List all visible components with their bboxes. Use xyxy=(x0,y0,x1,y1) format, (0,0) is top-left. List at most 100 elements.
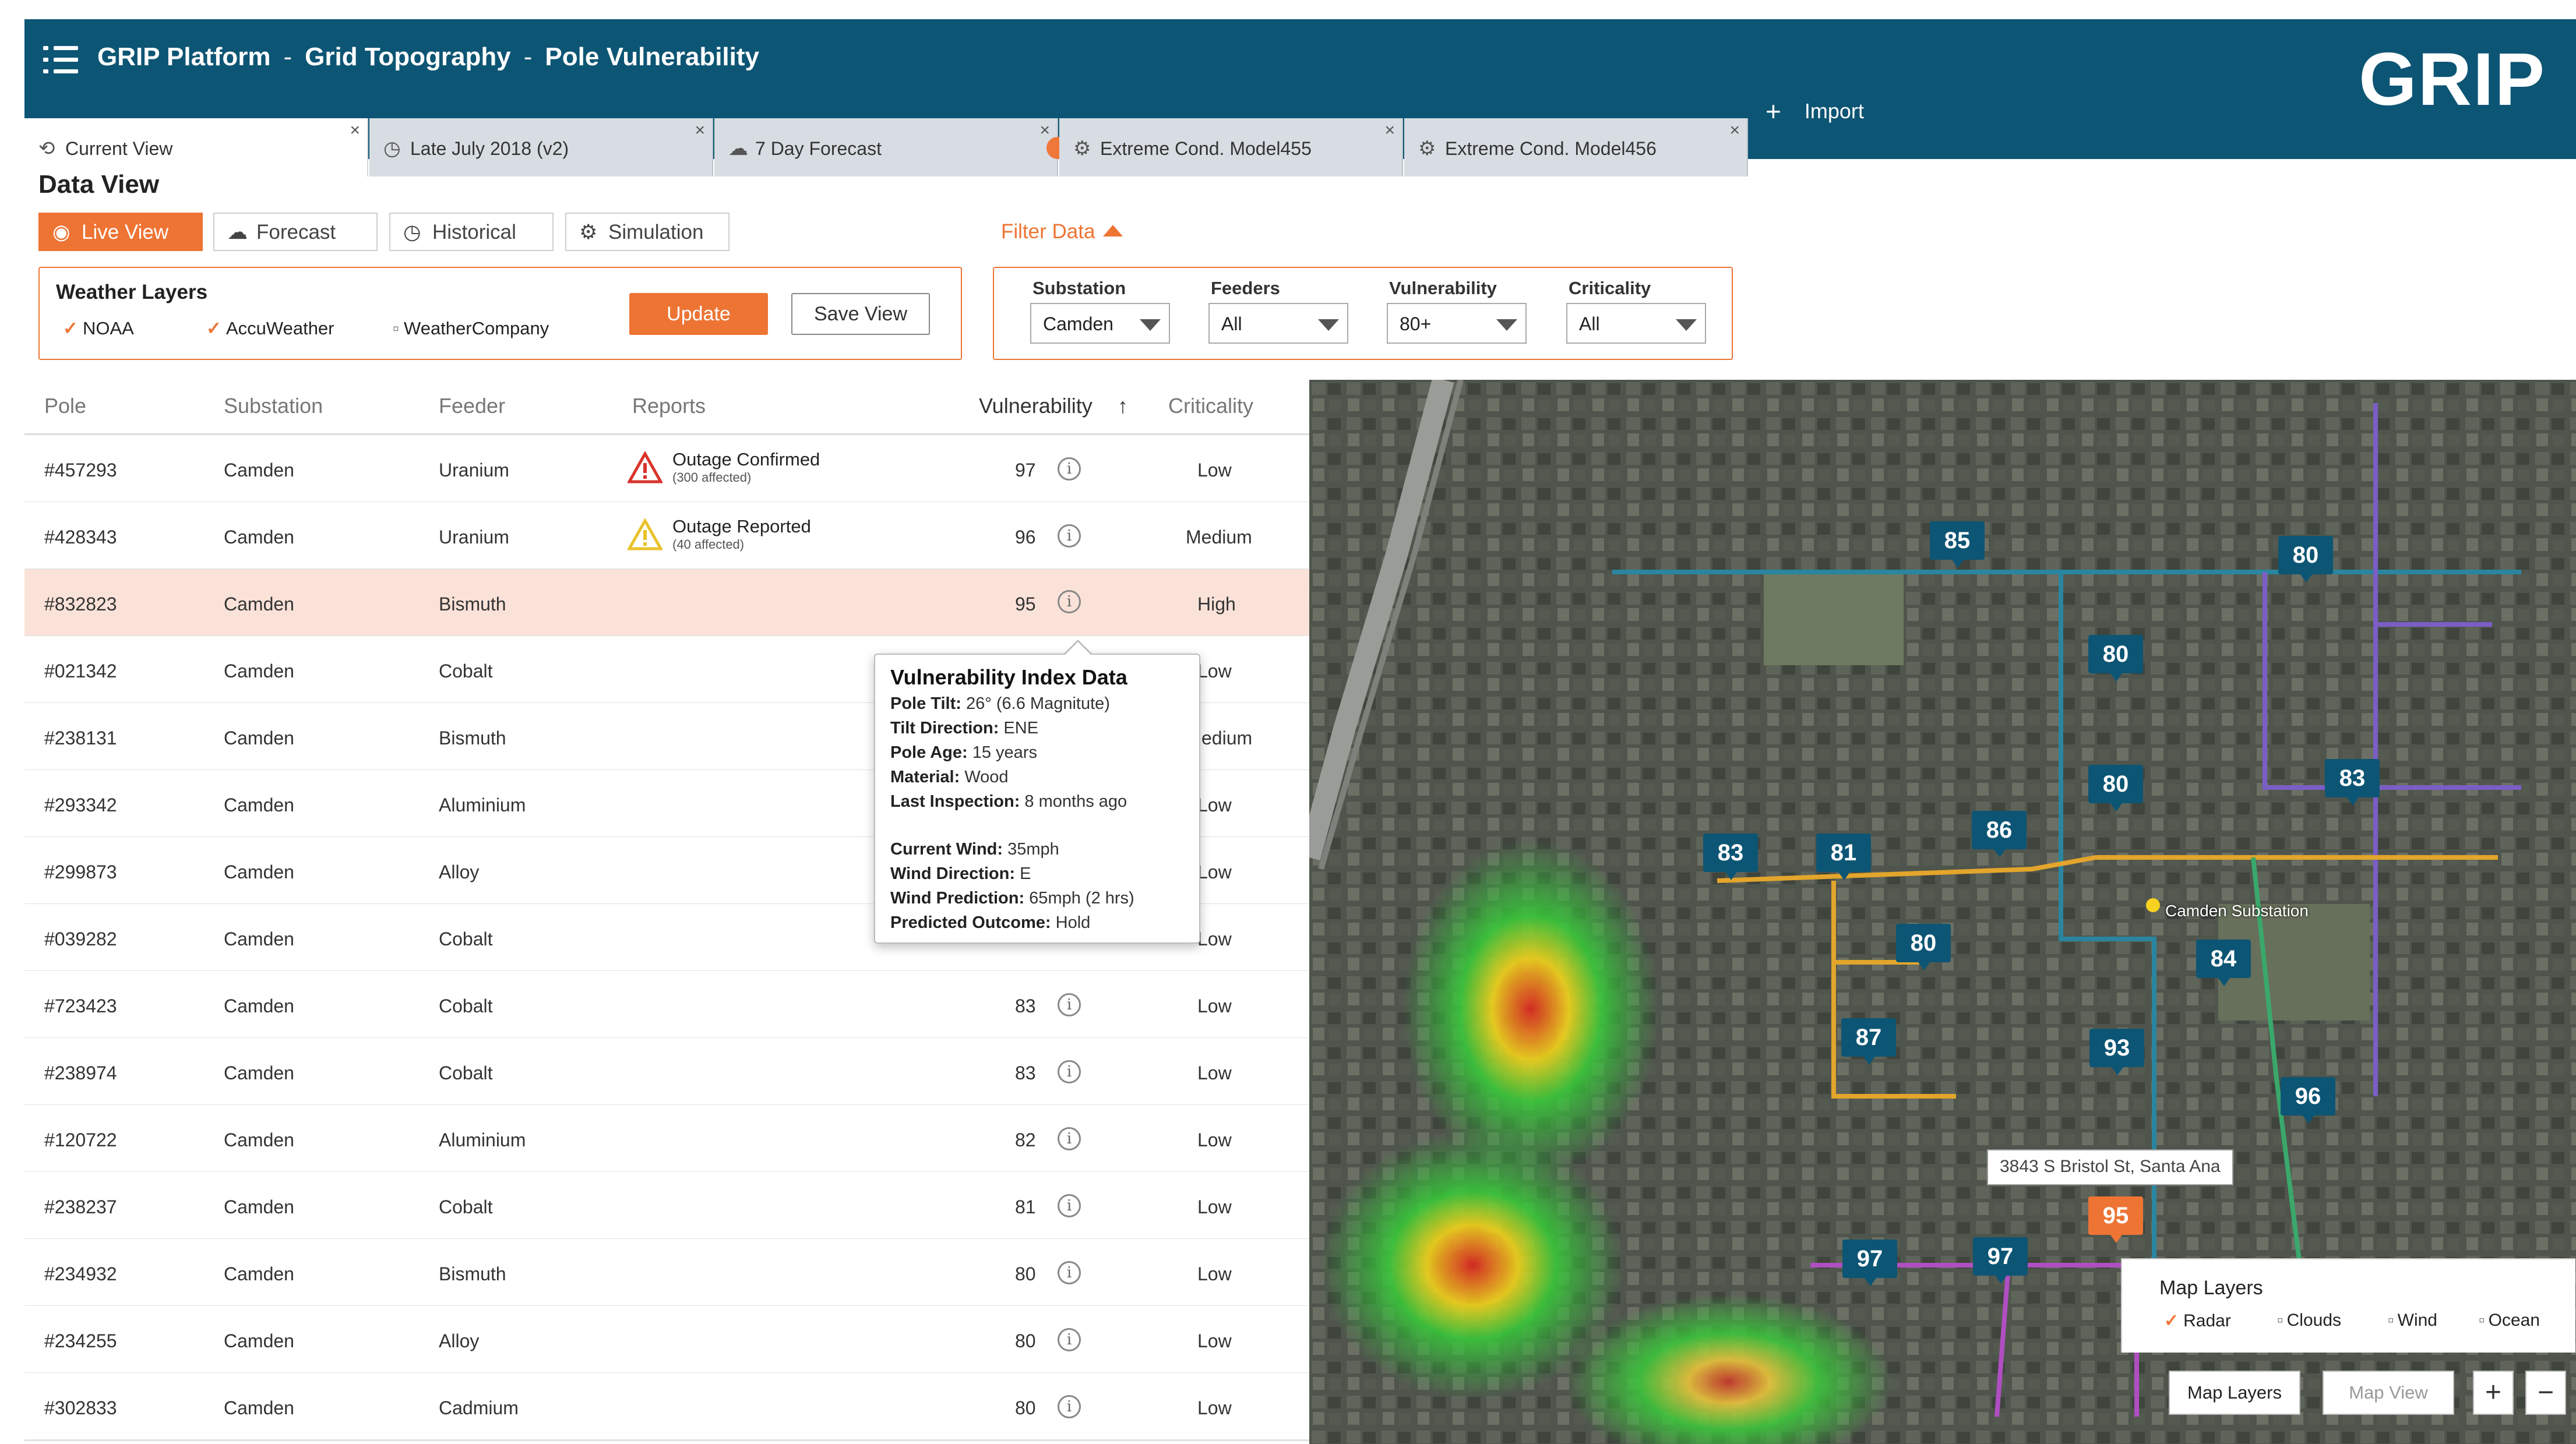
criticality-cell: Low xyxy=(1197,995,1232,1016)
vulnerability-score: 80 xyxy=(1015,1330,1036,1351)
table-row[interactable]: #302833 Camden Cadmium 80 i Low xyxy=(24,1373,1309,1441)
table-row[interactable]: #457293 Camden Uranium Outage Confirmed … xyxy=(24,435,1309,503)
criticality-cell: Low xyxy=(1197,862,1232,882)
weathercompany-checkbox[interactable]: ▫ WeatherCompany xyxy=(393,318,549,339)
pole-marker-selected[interactable]: 95 xyxy=(2088,1196,2143,1243)
table-row[interactable]: #120722 Camden Aluminium 82 i Low xyxy=(24,1105,1309,1173)
info-icon[interactable]: i xyxy=(1058,457,1081,481)
mode-forecast[interactable]: ☁ Forecast xyxy=(213,213,378,251)
pole-marker[interactable]: 83 xyxy=(1703,834,1758,880)
col-pole[interactable]: Pole xyxy=(44,394,86,418)
pole-marker[interactable]: 87 xyxy=(1841,1018,1896,1065)
tab-extreme-model455[interactable]: ⚙ Extreme Cond. Model455 × xyxy=(1059,118,1403,176)
close-icon[interactable]: × xyxy=(1039,121,1050,140)
substation-cell: Camden xyxy=(224,1196,294,1217)
table-row[interactable]: #238974 Camden Cobalt 83 i Low xyxy=(24,1038,1309,1106)
vulnerability-score: 83 xyxy=(1015,995,1036,1016)
pole-marker[interactable]: 80 xyxy=(1896,924,1951,970)
checkbox-label: Radar xyxy=(2183,1311,2231,1330)
empty-checkbox-icon: ▫ xyxy=(2277,1311,2283,1330)
mode-historical[interactable]: ◷ Historical xyxy=(389,213,554,251)
info-icon[interactable]: i xyxy=(1058,1261,1081,1284)
pole-marker[interactable]: 80 xyxy=(2278,536,2333,582)
pole-marker[interactable]: 80 xyxy=(2088,635,2143,682)
checkbox-label: Clouds xyxy=(2286,1311,2342,1330)
pole-marker[interactable]: 93 xyxy=(2089,1029,2144,1075)
radar-checkbox[interactable]: ✓ Radar xyxy=(2164,1311,2231,1331)
noaa-checkbox[interactable]: ✓ NOAA xyxy=(63,318,134,339)
table-row[interactable]: #428343 Camden Uranium Outage Reported (… xyxy=(24,502,1309,570)
criticality-select[interactable]: All xyxy=(1566,303,1706,344)
save-view-button[interactable]: Save View xyxy=(791,293,930,335)
mode-live-view[interactable]: ◉ Live View xyxy=(38,213,203,251)
import-button[interactable]: + Import xyxy=(1766,96,1864,127)
close-icon[interactable]: × xyxy=(695,121,705,140)
info-icon[interactable]: i xyxy=(1058,1328,1081,1351)
tab-7-day-forecast[interactable]: ☁ 7 Day Forecast × xyxy=(714,118,1069,176)
table-row[interactable]: #238237 Camden Cobalt 81 i Low xyxy=(24,1172,1309,1240)
zoom-out-button[interactable]: − xyxy=(2525,1371,2566,1415)
tooltip-value: Hold xyxy=(1051,913,1091,932)
pole-marker[interactable]: 84 xyxy=(2196,940,2251,986)
pole-marker[interactable]: 80 xyxy=(2088,765,2143,811)
warning-red-icon xyxy=(628,451,662,483)
pole-marker[interactable]: 96 xyxy=(2281,1077,2335,1124)
col-reports[interactable]: Reports xyxy=(632,394,706,418)
tab-extreme-model456[interactable]: ⚙ Extreme Cond. Model456 × xyxy=(1404,118,1748,176)
pole-marker[interactable]: 97 xyxy=(1842,1240,1897,1286)
criticality-filter-label: Criticality xyxy=(1569,278,1651,298)
pole-marker[interactable]: 85 xyxy=(1930,521,1985,568)
feeder-cell: Bismuth xyxy=(439,594,506,615)
criticality-cell: Low xyxy=(1197,1397,1232,1418)
feeder-cell: Alloy xyxy=(439,1330,480,1351)
tab-late-july[interactable]: ◷ Late July 2018 (v2) × xyxy=(369,118,713,176)
close-icon[interactable]: × xyxy=(1729,121,1740,140)
col-substation[interactable]: Substation xyxy=(224,394,323,418)
table-row[interactable]: #723423 Camden Cobalt 83 i Low xyxy=(24,971,1309,1039)
feeders-select[interactable]: All xyxy=(1208,303,1348,344)
col-vulnerability[interactable]: Vulnerability xyxy=(979,394,1093,418)
tooltip-key: Material: xyxy=(890,768,960,786)
mode-simulation[interactable]: ⚙ Simulation xyxy=(565,213,730,251)
pole-marker[interactable]: 81 xyxy=(1816,834,1871,880)
table-row[interactable]: #234255 Camden Alloy 80 i Low xyxy=(24,1306,1309,1374)
tooltip-title: Vulnerability Index Data xyxy=(890,665,1127,689)
tab-current-view[interactable]: ⟲ Current View × xyxy=(24,118,368,176)
zoom-in-button[interactable]: + xyxy=(2473,1371,2514,1415)
map-layers-button[interactable]: Map Layers xyxy=(2169,1371,2300,1415)
col-feeder[interactable]: Feeder xyxy=(439,394,505,418)
substation-select[interactable]: Camden xyxy=(1030,303,1170,344)
info-icon[interactable]: i xyxy=(1058,1127,1081,1150)
wind-checkbox[interactable]: ▫ Wind xyxy=(2388,1311,2437,1330)
clouds-checkbox[interactable]: ▫ Clouds xyxy=(2277,1311,2341,1330)
pole-marker[interactable]: 97 xyxy=(1973,1237,2028,1284)
pole-marker[interactable]: 86 xyxy=(1972,811,2027,857)
map-view-button[interactable]: Map View xyxy=(2323,1371,2454,1415)
gear-icon: ⚙ xyxy=(579,221,598,243)
col-criticality[interactable]: Criticality xyxy=(1168,394,1253,418)
info-icon[interactable]: i xyxy=(1058,590,1081,613)
info-icon[interactable]: i xyxy=(1058,524,1081,548)
pole-marker[interactable]: 83 xyxy=(2325,759,2380,806)
table-row[interactable]: #234932 Camden Bismuth 80 i Low xyxy=(24,1239,1309,1307)
info-icon[interactable]: i xyxy=(1058,1194,1081,1217)
info-icon[interactable]: i xyxy=(1058,993,1081,1016)
hamburger-menu-icon[interactable] xyxy=(43,45,78,75)
ocean-checkbox[interactable]: ▫ Ocean xyxy=(2479,1311,2540,1330)
info-icon[interactable]: i xyxy=(1058,1395,1081,1418)
update-button[interactable]: Update xyxy=(629,293,768,335)
warning-yellow-icon xyxy=(628,518,662,550)
substation-cell: Camden xyxy=(224,594,294,615)
accuweather-checkbox[interactable]: ✓ AccuWeather xyxy=(206,318,334,339)
criticality-cell: Low xyxy=(1197,1129,1232,1150)
vulnerability-select[interactable]: 80+ xyxy=(1387,303,1527,344)
data-view-title: Data View xyxy=(38,170,160,199)
info-icon[interactable]: i xyxy=(1058,1060,1081,1083)
filter-data-toggle[interactable]: Filter Data xyxy=(1001,220,1123,243)
close-icon[interactable]: × xyxy=(1384,121,1395,140)
sort-arrow-icon[interactable]: ↑ xyxy=(1118,394,1128,418)
checkmark-icon: ✓ xyxy=(63,318,78,338)
table-row-selected[interactable]: #832823 Camden Bismuth 95 i High xyxy=(24,569,1309,637)
pole-id: #120722 xyxy=(44,1129,117,1150)
close-icon[interactable]: × xyxy=(350,121,360,140)
